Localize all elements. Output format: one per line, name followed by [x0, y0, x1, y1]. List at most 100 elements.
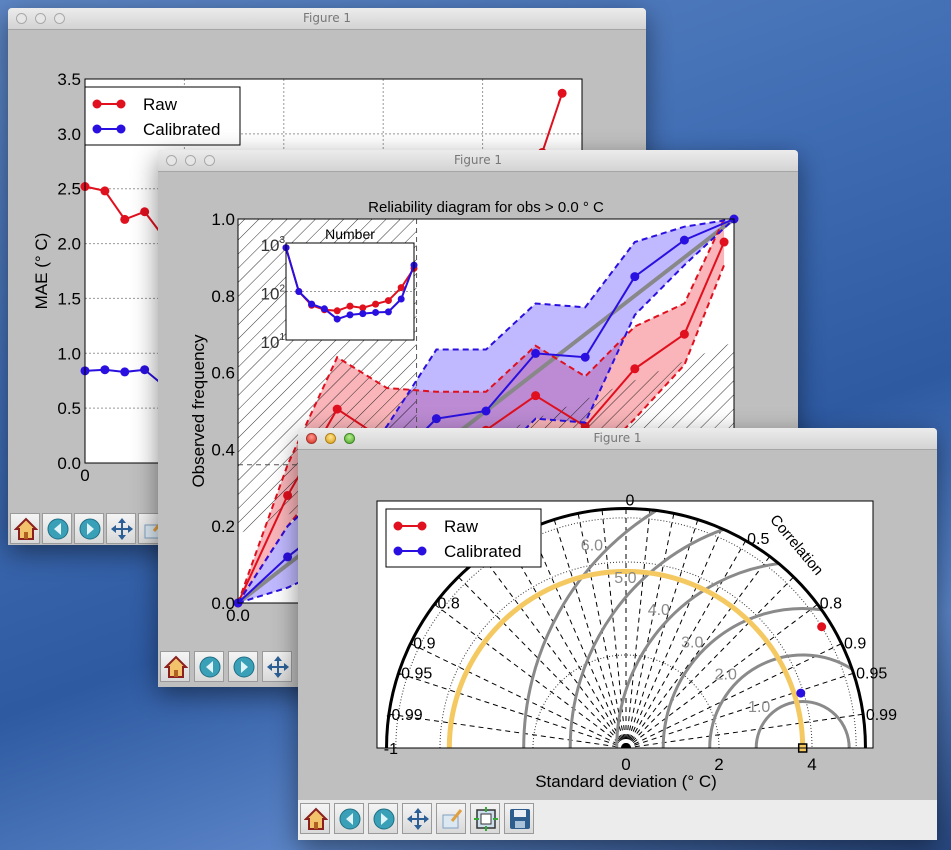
back-button[interactable] — [334, 803, 364, 834]
inset-data-point — [397, 295, 405, 303]
data-point — [332, 404, 342, 414]
inset-data-point — [372, 308, 380, 316]
data-point — [100, 186, 110, 196]
correlation-label: 0.8 — [820, 596, 842, 613]
legend-label: Calibrated — [143, 120, 221, 139]
legend: Raw Calibrated — [385, 508, 542, 568]
inset-data-point — [333, 315, 341, 323]
door — [314, 822, 318, 829]
rms-label: 1.0 — [748, 699, 770, 716]
tick-label: 0.5 — [57, 399, 81, 418]
inset-data-point — [295, 288, 303, 295]
legend-marker — [417, 546, 427, 556]
rms-label: 4.0 — [648, 602, 670, 619]
rms-label: 2.0 — [715, 667, 737, 684]
inset-data-point — [384, 297, 392, 305]
pan-button[interactable] — [106, 513, 136, 544]
forward-icon — [233, 656, 255, 678]
legend-marker — [116, 99, 126, 109]
taylor-diagram: 1.02.03.04.05.06.0-1-0.99-0.95-0.9-0.8-0… — [376, 493, 897, 791]
data-point — [283, 490, 293, 500]
data-point — [630, 364, 640, 374]
pan-button[interactable] — [402, 803, 432, 834]
tick-label: 0.0 — [226, 606, 250, 625]
data-point — [630, 272, 640, 282]
inset-data-point — [372, 300, 380, 308]
arrows — [111, 518, 133, 540]
pan-icon — [111, 518, 133, 540]
home-icon — [304, 807, 328, 830]
x-axis-label: Standard deviation (° C) — [535, 772, 717, 791]
tick-label: 4 — [807, 755, 816, 774]
pan-icon — [407, 808, 429, 830]
home-button[interactable] — [160, 651, 190, 682]
inset-data-point — [333, 307, 341, 315]
back-icon — [339, 808, 361, 830]
forward-button[interactable] — [368, 803, 398, 834]
figure-window-taylor: Figure 1 1.0 2.0 3.0 4.0 5.0 6.0 -1 -0.99 -0.95-… — [298, 428, 937, 840]
forward-button[interactable] — [74, 513, 104, 544]
data-point — [679, 329, 689, 339]
configure-subplots-icon — [474, 807, 498, 831]
inset-data-point — [346, 302, 354, 310]
data-point — [120, 214, 130, 224]
tick-label: 2.5 — [57, 180, 81, 199]
rms-label: 6.0 — [581, 537, 603, 554]
tick-label: 3.0 — [57, 125, 81, 144]
inset-data-point — [359, 310, 367, 318]
data-point — [120, 367, 130, 377]
legend-marker — [92, 124, 102, 134]
tick-label: 1.0 — [57, 344, 81, 363]
forward-button[interactable] — [228, 651, 258, 682]
shutter — [515, 821, 525, 828]
correlation-label: -0.99 — [386, 707, 423, 724]
rms-label: 3.0 — [681, 634, 703, 651]
forward-icon — [373, 808, 395, 830]
legend-label: Raw — [143, 95, 178, 114]
back-button[interactable] — [194, 651, 224, 682]
correlation-label: 0.95 — [856, 665, 887, 682]
data-point — [817, 622, 827, 632]
door — [174, 670, 178, 677]
rms-label: 5.0 — [614, 570, 636, 587]
tick-label: 0.4 — [211, 440, 235, 459]
legend-marker — [92, 99, 102, 109]
inset-data-point — [346, 311, 354, 319]
back-button[interactable] — [42, 513, 72, 544]
legend-marker — [393, 546, 403, 556]
back-icon — [47, 518, 69, 540]
correlation-label: -0.95 — [396, 665, 433, 682]
correlation-label: -0.9 — [408, 635, 436, 652]
zoom-rect-button[interactable] — [436, 803, 466, 834]
correlation-label: 0.99 — [866, 707, 897, 724]
tick-label: 2.0 — [57, 235, 81, 254]
home-button[interactable] — [10, 513, 40, 544]
configure-subplots-button[interactable] — [470, 803, 500, 834]
arrows — [267, 656, 289, 678]
data-point — [431, 414, 441, 424]
save-icon — [510, 809, 530, 829]
home-button[interactable] — [300, 803, 330, 834]
data-point — [481, 406, 491, 416]
save-button[interactable] — [504, 803, 534, 834]
tick-label: 1.0 — [211, 210, 235, 229]
inset-title: Number — [325, 226, 375, 242]
data-point — [557, 88, 567, 98]
data-point — [140, 207, 150, 217]
correlation-label: 0.9 — [844, 635, 866, 652]
legend-label: Raw — [444, 517, 479, 536]
tick-label: 0.8 — [211, 287, 235, 306]
inner — [480, 813, 492, 825]
home-icon — [164, 655, 188, 678]
door — [24, 532, 28, 539]
data-point — [580, 352, 590, 362]
tick-label: 0.2 — [211, 517, 235, 536]
correlation-label: -0.8 — [432, 596, 460, 613]
data-point — [796, 688, 806, 698]
pan-button[interactable] — [262, 651, 292, 682]
navigation-toolbar — [298, 800, 937, 840]
back-icon — [199, 656, 221, 678]
tick-label: 0 — [80, 466, 89, 485]
pan-icon — [267, 656, 289, 678]
legend-marker — [393, 521, 403, 531]
